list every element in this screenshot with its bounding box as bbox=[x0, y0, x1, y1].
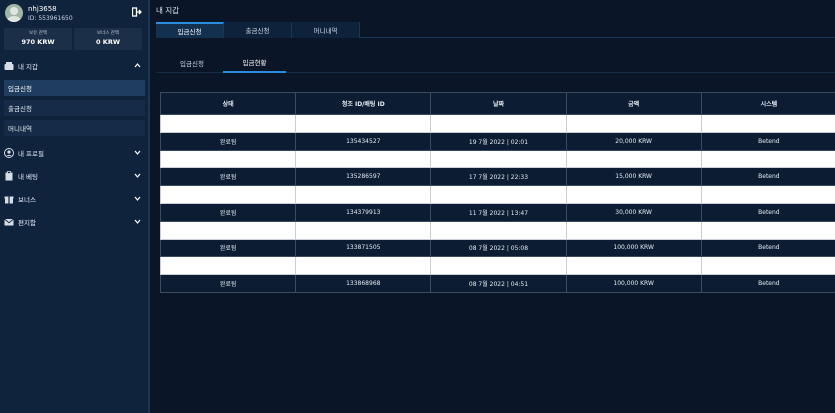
subtab-deposit-status[interactable]: 입금현황 bbox=[223, 53, 286, 73]
cell-system: Betend bbox=[700, 238, 835, 258]
tab-money-history[interactable]: 머니내역 bbox=[292, 22, 360, 38]
sidebar-section-betting[interactable]: 내 베팅 bbox=[0, 165, 148, 187]
table-spacer-row bbox=[159, 149, 835, 169]
user-id: ID: 553961650 bbox=[28, 15, 73, 22]
table-row: 완료됨 135286597 17 7월 2022 | 22:33 15,000 … bbox=[159, 167, 835, 187]
cell-system: Betend bbox=[700, 202, 835, 222]
cell-id: 133871505 bbox=[295, 238, 432, 258]
cell-amount: 100,000 KRW bbox=[565, 274, 702, 293]
column-header-system: 시스템 bbox=[700, 92, 835, 115]
sidebar-section-label: 편지함 bbox=[18, 219, 36, 227]
cell-id: 134379913 bbox=[295, 202, 432, 222]
cell-status: 완료됨 bbox=[159, 202, 297, 222]
sidebar-section-label: 내 지갑 bbox=[18, 63, 39, 71]
balance-label: 보유 잔액 bbox=[29, 31, 47, 36]
bonus-balance-value: 0 KRW bbox=[96, 38, 120, 46]
table-spacer-row bbox=[159, 220, 835, 240]
cell-system: Betend bbox=[700, 167, 835, 187]
main-content: 내 지갑 입금신청 출금신청 머니내역 입금신청 입금현황 상태 청조 ID/배… bbox=[152, 0, 835, 413]
chevron-down-icon[interactable] bbox=[134, 149, 141, 156]
table-row: 완료됨 134379913 11 7월 2022 | 13:47 30,000 … bbox=[159, 202, 835, 222]
cell-amount: 20,000 KRW bbox=[565, 131, 702, 151]
cell-id: 133868968 bbox=[295, 274, 432, 293]
cell-system: Betend bbox=[700, 131, 835, 151]
sidebar-item-withdraw-request[interactable]: 출금신청 bbox=[4, 100, 145, 116]
column-header-status: 상태 bbox=[159, 92, 297, 115]
table-row: 완료됨 133868968 08 7월 2022 | 04:51 100,000… bbox=[159, 274, 835, 293]
cell-amount: 15,000 KRW bbox=[565, 167, 702, 187]
logout-icon[interactable] bbox=[132, 7, 142, 17]
column-header-id: 청조 ID/배팅 ID bbox=[295, 92, 432, 115]
table-row: 완료됨 133871505 08 7월 2022 | 05:08 100,000… bbox=[159, 238, 835, 258]
cell-date: 11 7월 2022 | 13:47 bbox=[430, 202, 567, 222]
bonus-balance-box: 보너스 잔액 0 KRW bbox=[74, 28, 142, 50]
page-title: 내 지갑 bbox=[156, 6, 180, 15]
cell-amount: 100,000 KRW bbox=[565, 238, 702, 258]
sidebar-section-profile[interactable]: 내 프로필 bbox=[0, 142, 148, 164]
balance-value: 970 KRW bbox=[21, 38, 55, 46]
column-header-amount: 금액 bbox=[565, 92, 702, 115]
table-header-row: 상태 청조 ID/배팅 ID 날짜 금액 시스템 bbox=[159, 92, 835, 115]
cell-id: 135434527 bbox=[295, 131, 432, 151]
tab-bar: 입금신청 출금신청 머니내역 bbox=[156, 22, 835, 38]
cell-date: 19 7월 2022 | 02:01 bbox=[430, 131, 567, 151]
clipboard-icon bbox=[5, 171, 13, 181]
cell-date: 08 7월 2022 | 05:08 bbox=[430, 238, 567, 258]
tab-deposit-request[interactable]: 입금신청 bbox=[156, 22, 224, 38]
table-spacer-row bbox=[159, 256, 835, 276]
table-spacer-row bbox=[159, 185, 835, 204]
sidebar-item-deposit-request[interactable]: 입금신청 bbox=[4, 80, 145, 96]
user-icon bbox=[4, 148, 14, 158]
tab-withdraw-request[interactable]: 출금신청 bbox=[224, 22, 292, 38]
subtab-bar: 입금신청 입금현황 bbox=[156, 53, 835, 73]
cell-id: 135286597 bbox=[295, 167, 432, 187]
sidebar-item-money-history[interactable]: 머니내역 bbox=[4, 120, 145, 136]
sidebar-section-bonus[interactable]: 보너스 bbox=[0, 188, 148, 210]
wallet-icon bbox=[4, 62, 14, 70]
sidebar-section-wallet[interactable]: 내 지갑 bbox=[0, 55, 148, 77]
sidebar-section-label: 보너스 bbox=[18, 196, 36, 204]
cell-status: 완료됨 bbox=[159, 274, 297, 293]
deposit-status-table: 상태 청조 ID/배팅 ID 날짜 금액 시스템 완료됨 135434527 1… bbox=[159, 92, 835, 293]
sidebar-section-label: 내 베팅 bbox=[18, 173, 39, 181]
sidebar: nhj3658 ID: 553961650 보유 잔액 970 KRW 보너스 … bbox=[0, 0, 150, 413]
cell-status: 완료됨 bbox=[159, 131, 297, 151]
envelope-icon bbox=[4, 218, 14, 226]
column-header-date: 날짜 bbox=[430, 92, 567, 115]
bonus-balance-label: 보너스 잔액 bbox=[96, 31, 120, 36]
cell-amount: 30,000 KRW bbox=[565, 202, 702, 222]
cell-system: Betend bbox=[700, 274, 835, 293]
user-info: nhj3658 ID: 553961650 bbox=[4, 3, 146, 25]
cell-status: 완료됨 bbox=[159, 167, 297, 187]
sidebar-section-label: 내 프로필 bbox=[18, 150, 44, 158]
username: nhj3658 bbox=[28, 5, 57, 13]
balance-panel: 보유 잔액 970 KRW 보너스 잔액 0 KRW bbox=[4, 28, 142, 50]
avatar[interactable] bbox=[5, 4, 23, 22]
cell-date: 17 7월 2022 | 22:33 bbox=[430, 167, 567, 187]
chevron-down-icon[interactable] bbox=[134, 172, 141, 179]
cell-date: 08 7월 2022 | 04:51 bbox=[430, 274, 567, 293]
subtab-deposit-request[interactable]: 입금신청 bbox=[172, 53, 212, 73]
sidebar-section-mailbox[interactable]: 편지함 bbox=[0, 211, 148, 233]
gift-icon bbox=[4, 196, 14, 204]
balance-box: 보유 잔액 970 KRW bbox=[4, 28, 72, 50]
chevron-down-icon[interactable] bbox=[134, 195, 141, 202]
cell-status: 완료됨 bbox=[159, 238, 297, 258]
chevron-up-icon[interactable] bbox=[134, 62, 141, 69]
table-spacer-row bbox=[159, 114, 835, 133]
table-row: 완료됨 135434527 19 7월 2022 | 02:01 20,000 … bbox=[159, 131, 835, 151]
chevron-down-icon[interactable] bbox=[134, 218, 141, 225]
